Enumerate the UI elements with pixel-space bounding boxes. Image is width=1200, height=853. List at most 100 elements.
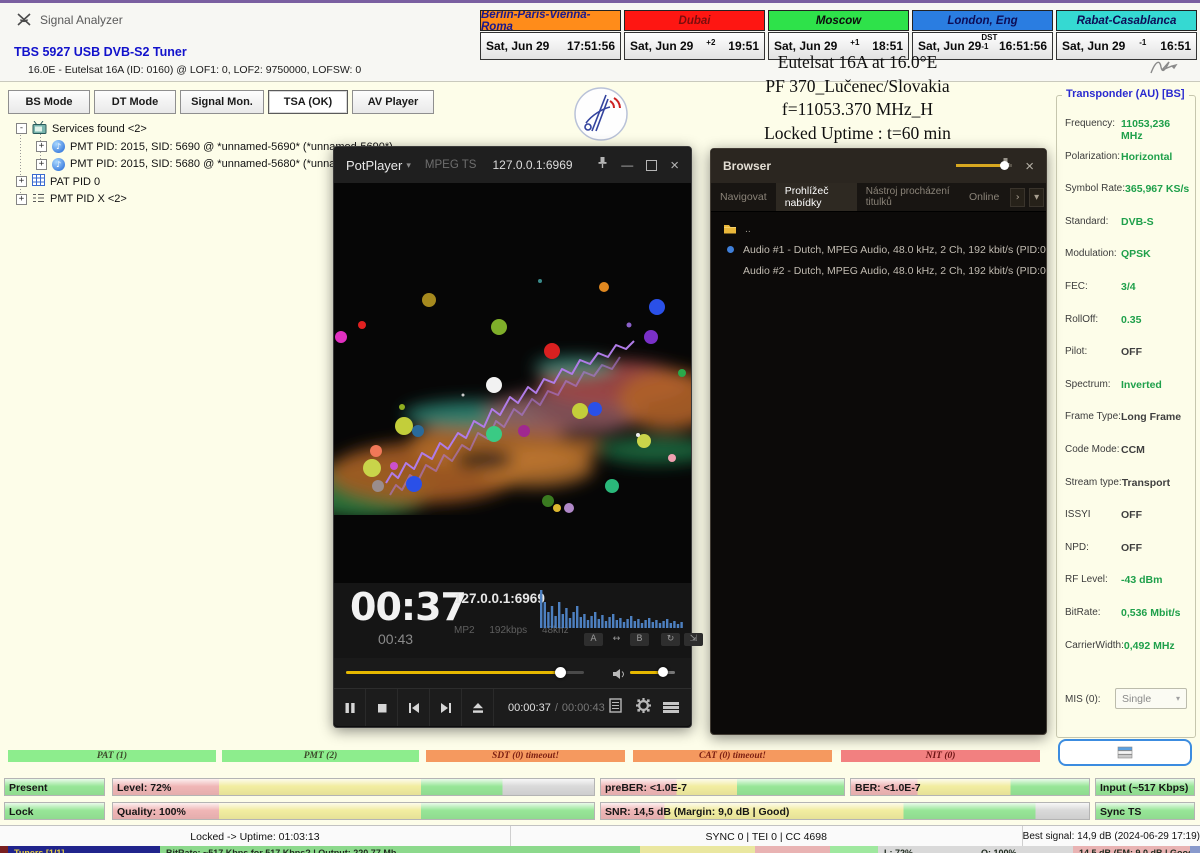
tab-online[interactable]: Online [960, 183, 1008, 211]
annotation-line: PF 370_Lučenec/Slovakia [690, 75, 1025, 99]
audio-bitrate: 192kbps [489, 625, 527, 636]
field-value: Inverted [1121, 379, 1162, 391]
pat-status-bar: PAT (1) [8, 750, 216, 762]
video-area[interactable] [334, 183, 691, 583]
close-icon[interactable]: × [670, 157, 679, 174]
previous-button[interactable] [398, 689, 430, 726]
seek-knob[interactable] [555, 667, 566, 678]
field-value: Long Frame [1121, 411, 1181, 423]
potplayer-menu[interactable]: PotPlayer [346, 158, 402, 173]
field-value: 3/4 [1121, 281, 1136, 293]
lock-indicator: Lock [4, 802, 105, 820]
field-label: FEC: [1065, 281, 1121, 292]
field-label: Spectrum: [1065, 379, 1121, 390]
field-label: Code Mode: [1065, 444, 1121, 455]
best-signal-status: Best signal: 14,9 dB (2024-06-29 17:19) [1022, 826, 1200, 847]
tab-dt-mode[interactable]: DT Mode [94, 90, 176, 114]
mis-value: Single [1122, 693, 1151, 705]
maximize-icon[interactable] [646, 160, 657, 171]
chevron-down-icon: ▾ [406, 160, 411, 171]
mis-dropdown[interactable]: Single ▾ [1115, 688, 1187, 709]
tree-item-label: PMT PID X <2> [50, 193, 127, 205]
field-label: RollOff: [1065, 314, 1121, 325]
tree-item-services[interactable]: - Services found <2> [16, 120, 656, 137]
pin-icon[interactable] [597, 156, 608, 174]
playing-bullet-icon [727, 246, 734, 253]
list-icon [32, 192, 45, 207]
field-label: RF Level: [1065, 574, 1121, 585]
opacity-slider[interactable] [956, 164, 1012, 167]
sync-ts-bar: Sync TS [1095, 802, 1195, 820]
loop-button[interactable]: ↻ [661, 633, 680, 646]
browser-titlebar[interactable]: Browser × [711, 149, 1046, 183]
potplayer-titlebar[interactable]: PotPlayer ▾ MPEG TS 127.0.0.1:6969 — × [334, 147, 691, 183]
field-label: Pilot: [1065, 346, 1121, 357]
clock-date: Sat, Jun 29 [630, 39, 693, 53]
cat-status-bar: CAT (0) timeout! [633, 750, 832, 762]
present-indicator: Present [4, 778, 105, 796]
tuner-details: 16.0E - Eutelsat 16A (ID: 0160) @ LOF1: … [28, 64, 361, 76]
tuner-name: TBS 5927 USB DVB-S2 Tuner [14, 45, 187, 59]
stop-button[interactable] [366, 689, 398, 726]
chevron-down-icon[interactable]: ▾ [1029, 188, 1044, 207]
playlist-icon[interactable] [609, 698, 622, 718]
volume-knob[interactable] [658, 667, 668, 677]
browser-window: Browser × Navigovat Prohlížeč nabídky Ná… [710, 148, 1047, 735]
tab-menu-browser[interactable]: Prohlížeč nabídky [776, 183, 857, 211]
transponder-rows: Frequency:11053,236 MHz Polarization:Hor… [1065, 118, 1193, 672]
snr-bar: SNR: 14,5 dB (Margin: 9,0 dB | Good) [600, 802, 1090, 820]
tree-item-label: PAT PID 0 [50, 176, 100, 188]
clock-time: 16:51 [1160, 39, 1191, 53]
field-label: Stream type: [1065, 477, 1122, 488]
parent-dir-row[interactable]: .. [711, 218, 1046, 239]
seek-bar[interactable] [346, 671, 584, 674]
audio-track-row[interactable]: Audio #1 - Dutch, MPEG Audio, 48.0 kHz, … [711, 239, 1046, 260]
time-separator: / [555, 702, 558, 714]
pause-button[interactable] [334, 689, 366, 726]
expand-icon[interactable]: + [16, 194, 27, 205]
slider-knob[interactable] [1000, 161, 1009, 170]
eject-button[interactable] [462, 689, 494, 726]
pmt-status-bar: PMT (2) [222, 750, 419, 762]
repeat-a-button[interactable]: A [584, 633, 603, 646]
preber-bar: preBER: <1.0E-7 [600, 778, 845, 796]
clock-city: Dubai [624, 10, 765, 31]
stack-button[interactable] [1058, 739, 1192, 766]
expand-icon[interactable]: + [36, 141, 47, 152]
annotation-block: Eutelsat 16A at 16.0°E PF 370_Lučenec/Sl… [690, 51, 1025, 145]
tab-signal-mon[interactable]: Signal Mon. [180, 90, 264, 114]
menu-hamburger-icon[interactable] [663, 701, 679, 714]
tab-bs-mode[interactable]: BS Mode [8, 90, 90, 114]
window-title: Signal Analyzer [40, 13, 123, 27]
repeat-b-button[interactable]: B [630, 633, 649, 646]
tab-subtitle-browser[interactable]: Nástroj procházení titulků [857, 183, 960, 211]
tab-av-player[interactable]: AV Player [352, 90, 434, 114]
field-label: Polarization: [1065, 151, 1121, 162]
browser-content: .. Audio #1 - Dutch, MPEG Audio, 48.0 kH… [711, 212, 1046, 281]
field-value: -43 dBm [1121, 574, 1162, 586]
tab-tsa[interactable]: TSA (OK) [268, 90, 348, 114]
expand-icon[interactable]: + [36, 159, 47, 170]
sync-status: SYNC 0 | TEI 0 | CC 4698 [510, 826, 1022, 847]
settings-gear-icon[interactable] [636, 698, 651, 718]
stream-format: MPEG TS [425, 159, 477, 171]
now-playing: 127.0.0.1:6969 [454, 591, 545, 606]
transponder-title: Transponder (AU) [BS] [1062, 88, 1189, 100]
minimize-icon[interactable]: — [621, 158, 633, 172]
fullscreen-button[interactable]: ⇲ [684, 633, 703, 646]
audio-track-row[interactable]: Audio #2 - Dutch, MPEG Audio, 48.0 kHz, … [711, 260, 1046, 281]
audio-spectrum [540, 588, 686, 628]
next-button[interactable] [430, 689, 462, 726]
volume-bar[interactable] [630, 671, 675, 674]
arrow-right-icon[interactable]: › [1010, 188, 1025, 207]
close-icon[interactable]: × [1025, 158, 1034, 175]
field-label: NPD: [1065, 542, 1121, 553]
folder-icon [723, 223, 737, 234]
clock-berlin: Berlin-Paris-Vienna-Roma Sat, Jun 29 17:… [480, 10, 621, 60]
clock-offset: DST -1 [981, 33, 999, 51]
expand-icon[interactable]: + [16, 176, 27, 187]
tab-navigate[interactable]: Navigovat [711, 183, 776, 211]
collapse-icon[interactable]: - [16, 123, 27, 134]
browser-tabs: Navigovat Prohlížeč nabídky Nástroj proc… [711, 183, 1046, 212]
field-label: Modulation: [1065, 248, 1121, 259]
